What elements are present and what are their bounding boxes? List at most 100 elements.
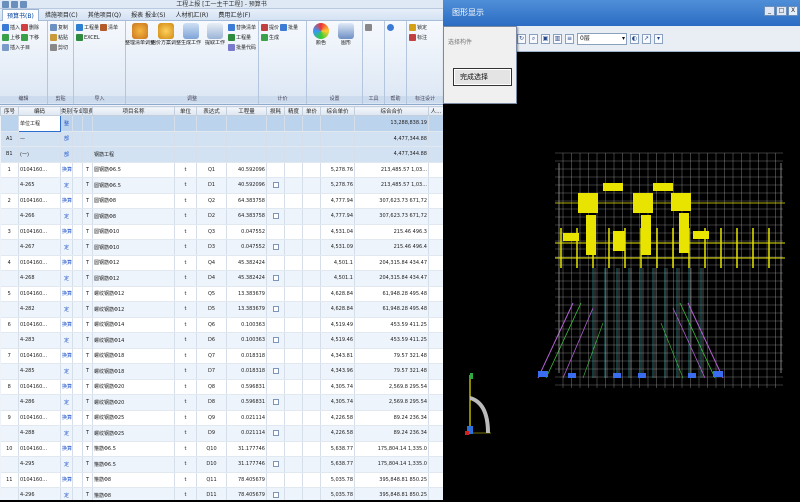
cell-empty[interactable] (72, 472, 83, 488)
cell-empty[interactable] (72, 224, 83, 240)
cell-code[interactable]: 4-285 (18, 363, 61, 380)
cell-price[interactable]: 5,638.77 (320, 441, 355, 457)
cell-expr[interactable]: Q4 (196, 255, 227, 271)
cell-cat[interactable]: 整 (60, 115, 73, 132)
color-button[interactable]: 颜色 (309, 23, 333, 102)
cell-expr[interactable] (196, 115, 227, 132)
copy-button[interactable]: 复制 (50, 23, 68, 32)
loss-checkbox-cell[interactable] (266, 487, 285, 500)
cell-unit[interactable]: t (174, 487, 197, 500)
cell-seq[interactable]: A1 (0, 131, 19, 147)
cell-seq[interactable]: 5 (0, 286, 19, 302)
cell-name[interactable]: 圆钢筋Φ10 (92, 224, 175, 240)
cell-empty[interactable] (72, 379, 83, 395)
cell-empty[interactable] (428, 162, 443, 178)
cell-empty[interactable] (428, 208, 443, 225)
cell-empty[interactable] (428, 425, 443, 442)
cell-empty[interactable] (302, 332, 321, 349)
cell-qty[interactable]: 0.021114 (226, 425, 267, 442)
quantity-import-button[interactable]: 工程量 (76, 23, 99, 32)
cell-empty[interactable] (284, 255, 303, 271)
table-row[interactable]: 4-295 定 T 箍筋Φ6.5 t D10 31.177746 5,638.77 175,80… (0, 456, 443, 473)
cell-empty[interactable] (302, 162, 321, 178)
batch-button[interactable]: 批量 (280, 23, 298, 32)
column-header[interactable]: 综合合价 (354, 106, 429, 116)
loss-checkbox-cell[interactable] (266, 193, 285, 209)
cell-unit[interactable]: t (174, 224, 197, 240)
cell-total[interactable]: 213,485.57 1,03... (354, 177, 429, 194)
column-header[interactable]: 编码 (18, 106, 61, 116)
cell-empty[interactable] (284, 348, 303, 364)
cell-total[interactable]: 395,848.81 850.25 (354, 472, 429, 488)
cell-name[interactable]: 箍筋Φ6.5 (92, 456, 175, 473)
cell-expr[interactable]: D5 (196, 301, 227, 318)
cell-empty[interactable] (302, 317, 321, 333)
cell-unit[interactable]: t (174, 162, 197, 178)
cell-empty[interactable] (284, 363, 303, 380)
cell-expr[interactable]: Q2 (196, 193, 227, 209)
cut-button[interactable]: 剪切 (50, 43, 68, 52)
view-button[interactable] (365, 23, 372, 32)
cell-seq[interactable] (0, 425, 19, 442)
cell-price[interactable]: 4,305.74 (320, 394, 355, 411)
table-row[interactable]: 8 0104160... 换算 T 螺纹钢筋Φ20 t Q8 0.596831 4,305.74… (0, 379, 443, 395)
cell-name[interactable]: 螺纹钢筋Φ14 (92, 332, 175, 349)
cell-code[interactable]: 0104160... (18, 410, 61, 426)
checkbox[interactable] (272, 492, 279, 498)
checkbox[interactable] (272, 368, 279, 374)
cell-code[interactable]: 4-265 (18, 177, 61, 194)
column-header[interactable]: 单位 (174, 106, 197, 116)
cell-qty[interactable]: 40.592096 (226, 177, 267, 194)
checkbox[interactable] (272, 461, 279, 467)
loss-checkbox-cell[interactable] (266, 394, 285, 411)
cell-seq[interactable] (0, 394, 19, 411)
cell-cat[interactable]: 定 (60, 332, 73, 349)
cell-spec[interactable]: T (82, 410, 93, 426)
cell-spec[interactable]: T (82, 208, 93, 225)
cell-spec[interactable]: T (82, 224, 93, 240)
checkbox[interactable] (272, 275, 279, 281)
table-row[interactable]: 11 0104160... 换算 T 箍筋Φ8 t Q11 78.405679 5,035.78… (0, 472, 443, 488)
cell-price[interactable]: 4,777.94 (320, 193, 355, 209)
cell-empty[interactable] (72, 146, 83, 163)
cell-empty[interactable] (284, 301, 303, 318)
cell-spec[interactable] (82, 115, 93, 132)
cell-name[interactable]: 螺纹钢筋Φ20 (92, 394, 175, 411)
cell-empty[interactable] (284, 317, 303, 333)
cell-expr[interactable]: Q6 (196, 317, 227, 333)
cell-name[interactable]: 螺纹钢筋Φ14 (92, 317, 175, 333)
cell-empty[interactable] (284, 456, 303, 473)
cell-empty[interactable] (284, 224, 303, 240)
cell-empty[interactable] (428, 115, 443, 132)
cell-price[interactable]: 4,777.94 (320, 208, 355, 225)
cell-empty[interactable] (284, 162, 303, 178)
cell-price[interactable]: 5,278.76 (320, 162, 355, 178)
cell-qty[interactable]: 31.177746 (226, 441, 267, 457)
cell-price[interactable]: 4,226.58 (320, 425, 355, 442)
cell-qty[interactable]: 31.177746 (226, 456, 267, 473)
loss-checkbox-cell[interactable] (266, 456, 285, 473)
loss-checkbox-cell[interactable] (266, 348, 285, 364)
cell-total[interactable]: 79.57 321.48 (354, 363, 429, 380)
cell-name[interactable]: 钢筋工程 (92, 146, 175, 163)
cell-cat[interactable]: 换算 (60, 224, 73, 240)
cell-total[interactable]: 61,948.28 495.48 (354, 301, 429, 318)
cell-seq[interactable] (0, 332, 19, 349)
cell-spec[interactable]: T (82, 487, 93, 500)
cell-qty[interactable]: 45.382424 (226, 255, 267, 271)
cell-price[interactable]: 4,226.58 (320, 410, 355, 426)
zoom-icon[interactable]: ⌕ (529, 33, 538, 44)
cell-expr[interactable] (196, 131, 227, 147)
paste-button[interactable]: 粘贴 (50, 33, 68, 42)
cell-cat[interactable]: 换算 (60, 162, 73, 178)
cell-qty[interactable]: 13.383679 (226, 301, 267, 318)
table-row[interactable]: 4 0104160... 换算 T 圆钢筋Φ12 t Q4 45.382424 4,501.1 2… (0, 255, 443, 271)
table-row[interactable]: 5 0104160... 换算 T 螺纹钢筋Φ12 t Q5 13.383679 4,628.8… (0, 286, 443, 302)
cell-unit[interactable]: t (174, 410, 197, 426)
cell-unit[interactable]: t (174, 239, 197, 256)
cell-empty[interactable] (284, 487, 303, 500)
loss-checkbox-cell[interactable] (266, 255, 285, 271)
cell-empty[interactable] (284, 441, 303, 457)
column-header[interactable]: 类别 (60, 106, 73, 116)
cell-code[interactable]: 0104160... (18, 286, 61, 302)
